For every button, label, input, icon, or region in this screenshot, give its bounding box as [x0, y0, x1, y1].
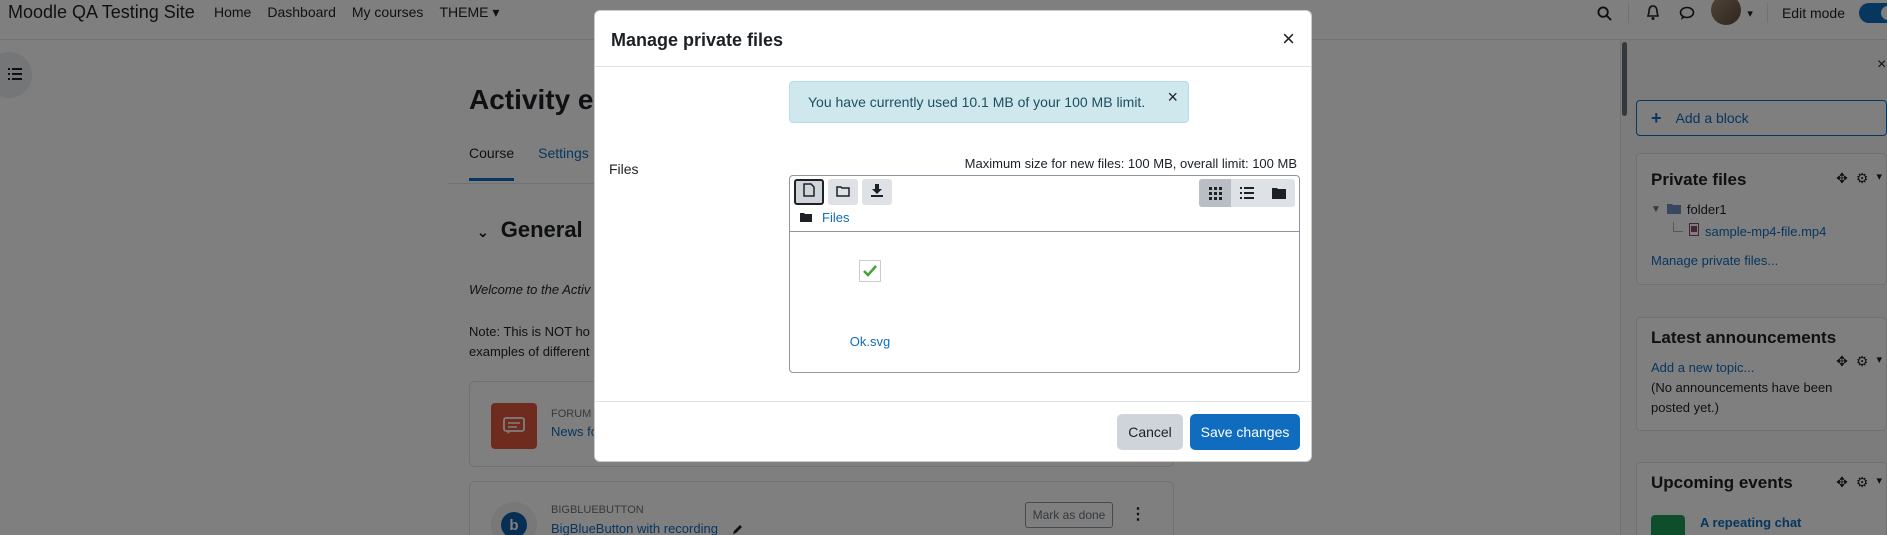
folder-icon: [836, 184, 850, 201]
close-icon[interactable]: ×: [1282, 26, 1295, 52]
add-file-button[interactable]: [794, 179, 824, 205]
tree-view-icon[interactable]: [1263, 179, 1295, 207]
folder-icon: [800, 210, 812, 225]
file-manager: Files Ok.svg: [789, 175, 1300, 373]
modal-footer: Cancel Save changes: [595, 401, 1311, 463]
quota-alert: You have currently used 10.1 MB of your …: [789, 81, 1189, 123]
download-icon: [870, 183, 884, 201]
create-folder-button[interactable]: [828, 179, 858, 205]
file-item[interactable]: Ok.svg: [830, 260, 910, 349]
alert-message: You have currently used 10.1 MB of your …: [808, 94, 1146, 110]
view-mode-group: [1199, 179, 1295, 207]
save-changes-button[interactable]: Save changes: [1190, 414, 1300, 450]
files-label: Files: [609, 161, 639, 177]
max-size-info: Maximum size for new files: 100 MB, over…: [964, 156, 1297, 171]
grid-view-icon[interactable]: [1199, 179, 1231, 207]
cancel-button[interactable]: Cancel: [1117, 414, 1183, 450]
modal-title: Manage private files: [611, 30, 784, 50]
breadcrumb-files[interactable]: Files: [822, 210, 849, 225]
file-name: Ok.svg: [849, 334, 891, 349]
checkmark-icon: [859, 260, 881, 282]
file-manager-toolbar: Files: [790, 176, 1299, 232]
modal-header: Manage private files ×: [595, 11, 1311, 67]
download-button[interactable]: [862, 179, 892, 205]
file-icon: [803, 183, 815, 201]
file-breadcrumb: Files: [800, 210, 849, 225]
manage-private-files-dialog: Manage private files × You have currentl…: [594, 10, 1312, 462]
alert-close-icon[interactable]: ×: [1167, 87, 1178, 108]
list-view-icon[interactable]: [1231, 179, 1263, 207]
